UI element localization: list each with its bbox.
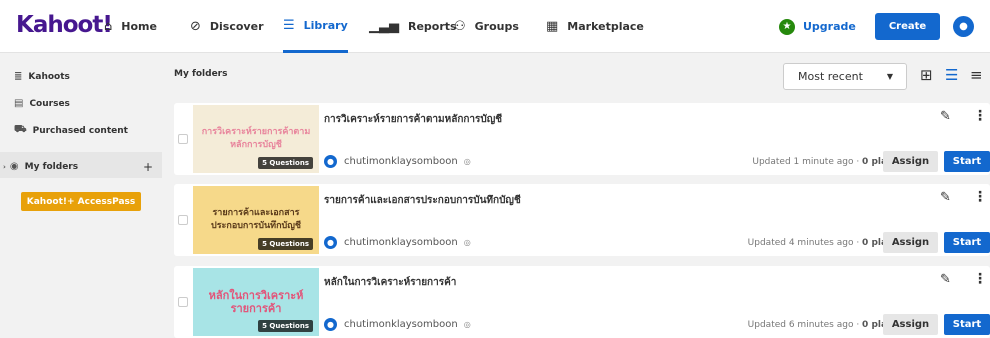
compact-view-icon[interactable]: ≡: [970, 66, 983, 84]
select-checkbox[interactable]: [178, 215, 188, 225]
start-button[interactable]: Start: [944, 314, 990, 335]
thumbnail-text: หลักในการวิเคราะห์รายการค้า: [208, 289, 304, 315]
updated-info: Updated 1 minute ago · 0 plays: [752, 157, 898, 167]
author: ● chutimonklaysomboon ◎: [324, 155, 471, 168]
updated-time: Updated 6 minutes ago: [747, 320, 854, 330]
nav-marketplace[interactable]: ▦ Marketplace: [546, 0, 644, 53]
kahoot-card[interactable]: การวิเคราะห์รายการค้าตามหลักการบัญชี 5 Q…: [174, 103, 990, 175]
assign-button[interactable]: Assign: [883, 151, 938, 172]
author-name: chutimonklaysomboon: [344, 319, 458, 330]
sidebar-item-label: My folders: [24, 161, 79, 172]
nav-discover-label: Discover: [209, 20, 264, 33]
reports-icon: ▁▃▅: [369, 19, 399, 34]
upgrade-label: Upgrade: [803, 20, 856, 33]
assign-button[interactable]: Assign: [883, 232, 938, 253]
question-count-badge: 5 Questions: [258, 157, 313, 169]
folder-user-icon: ◉: [9, 161, 19, 172]
verified-icon: ◎: [463, 320, 471, 329]
kahoot-thumbnail[interactable]: การวิเคราะห์รายการค้าตามหลักการบัญชี 5 Q…: [193, 105, 319, 173]
edit-pencil-icon[interactable]: ✎: [940, 109, 951, 124]
sidebar-item-label: Courses: [29, 98, 70, 109]
author-name: chutimonklaysomboon: [344, 156, 458, 167]
edit-pencil-icon[interactable]: ✎: [940, 272, 951, 287]
kahoot-logo[interactable]: Kahoot!: [16, 12, 113, 38]
nav-home-label: Home: [121, 20, 157, 33]
thumbnail-text: รายการค้าและเอกสารประกอบการบันทึกบัญชี: [210, 208, 302, 231]
updated-time: Updated 1 minute ago: [752, 157, 854, 167]
kahoot-card[interactable]: รายการค้าและเอกสารประกอบการบันทึกบัญชี 5…: [174, 184, 990, 256]
more-options-icon[interactable]: ⋮: [973, 271, 987, 287]
list-icon: ≣: [14, 71, 23, 82]
updated-time: Updated 4 minutes ago: [747, 238, 854, 248]
list-view-icon[interactable]: ☰: [945, 66, 958, 84]
author: ● chutimonklaysomboon ◎: [324, 236, 471, 249]
sidebar-item-purchased-content[interactable]: ⛟ Purchased content: [14, 124, 128, 137]
top-navigation-bar: Kahoot! ⌂ Home ⊘ Discover ☰ Library ▁▃▅ …: [0, 0, 990, 53]
star-icon: ★: [779, 18, 795, 35]
nav-groups[interactable]: ⚇ Groups: [454, 0, 519, 53]
author-name: chutimonklaysomboon: [344, 237, 458, 248]
add-folder-icon[interactable]: +: [143, 160, 153, 174]
author-avatar-icon: ●: [324, 236, 337, 249]
author-avatar-icon: ●: [324, 318, 337, 331]
question-count-badge: 5 Questions: [258, 238, 313, 250]
nav-groups-label: Groups: [474, 20, 519, 33]
updated-info: Updated 6 minutes ago · 0 plays: [747, 320, 898, 330]
verified-icon: ◎: [463, 238, 471, 247]
access-pass-button[interactable]: Kahoot!+ AccessPass: [21, 192, 141, 211]
question-count-badge: 5 Questions: [258, 320, 313, 332]
more-options-icon[interactable]: ⋮: [973, 189, 987, 205]
kahoot-thumbnail[interactable]: รายการค้าและเอกสารประกอบการบันทึกบัญชี 5…: [193, 186, 319, 254]
sidebar-item-label: Purchased content: [32, 125, 128, 136]
chevron-right-icon[interactable]: ›: [3, 163, 6, 171]
nav-library[interactable]: ☰ Library: [283, 0, 348, 53]
new-folder-icon[interactable]: ⊞: [920, 66, 933, 84]
upgrade-button[interactable]: ★ Upgrade: [779, 0, 856, 53]
library-icon: ☰: [283, 17, 295, 33]
user-avatar-icon[interactable]: ●: [953, 16, 974, 37]
kahoot-title[interactable]: การวิเคราะห์รายการค้าตามหลักการบัญชี: [324, 112, 502, 127]
select-checkbox[interactable]: [178, 297, 188, 307]
nav-reports-label: Reports: [408, 20, 457, 33]
start-button[interactable]: Start: [944, 151, 990, 172]
more-options-icon[interactable]: ⋮: [973, 108, 987, 124]
kahoot-thumbnail[interactable]: หลักในการวิเคราะห์รายการค้า 5 Questions: [193, 268, 319, 336]
nav-reports[interactable]: ▁▃▅ Reports: [369, 0, 457, 53]
home-icon: ⌂: [104, 19, 113, 34]
author: ● chutimonklaysomboon ◎: [324, 318, 471, 331]
edit-pencil-icon[interactable]: ✎: [940, 190, 951, 205]
nav-marketplace-label: Marketplace: [567, 20, 644, 33]
select-checkbox[interactable]: [178, 134, 188, 144]
cart-icon: ⛟: [14, 124, 27, 135]
groups-icon: ⚇: [454, 19, 466, 34]
caret-down-icon: ▼: [886, 72, 893, 81]
sidebar-item-my-folders-row[interactable]: › ◉ My folders: [3, 161, 78, 172]
sidebar: ≣ Kahoots ▤ Courses ⛟ Purchased content …: [0, 54, 162, 336]
kahoot-card[interactable]: หลักในการวิเคราะห์รายการค้า 5 Questions …: [174, 266, 990, 338]
compass-icon: ⊘: [190, 19, 201, 34]
sidebar-item-label: Kahoots: [28, 71, 70, 82]
nav-library-label: Library: [303, 18, 348, 32]
kahoot-title[interactable]: หลักในการวิเคราะห์รายการค้า: [324, 275, 456, 290]
kahoot-title[interactable]: รายการค้าและเอกสารประกอบการบันทึกบัญชี: [324, 193, 521, 208]
nav-discover[interactable]: ⊘ Discover: [190, 0, 264, 53]
create-button[interactable]: Create: [875, 13, 940, 40]
updated-info: Updated 4 minutes ago · 0 plays: [747, 238, 898, 248]
assign-button[interactable]: Assign: [883, 314, 938, 335]
page-title: My folders: [174, 69, 228, 79]
sidebar-item-kahoots[interactable]: ≣ Kahoots: [14, 71, 70, 82]
sort-selected-value: Most recent: [798, 70, 863, 83]
nav-home[interactable]: ⌂ Home: [104, 0, 157, 53]
author-avatar-icon: ●: [324, 155, 337, 168]
marketplace-icon: ▦: [546, 19, 559, 34]
sidebar-item-courses[interactable]: ▤ Courses: [14, 98, 70, 109]
thumbnail-text: การวิเคราะห์รายการค้าตามหลักการบัญชี: [201, 127, 311, 150]
start-button[interactable]: Start: [944, 232, 990, 253]
verified-icon: ◎: [463, 157, 471, 166]
courses-icon: ▤: [14, 98, 24, 109]
sort-select[interactable]: Most recent ▼: [783, 63, 907, 90]
